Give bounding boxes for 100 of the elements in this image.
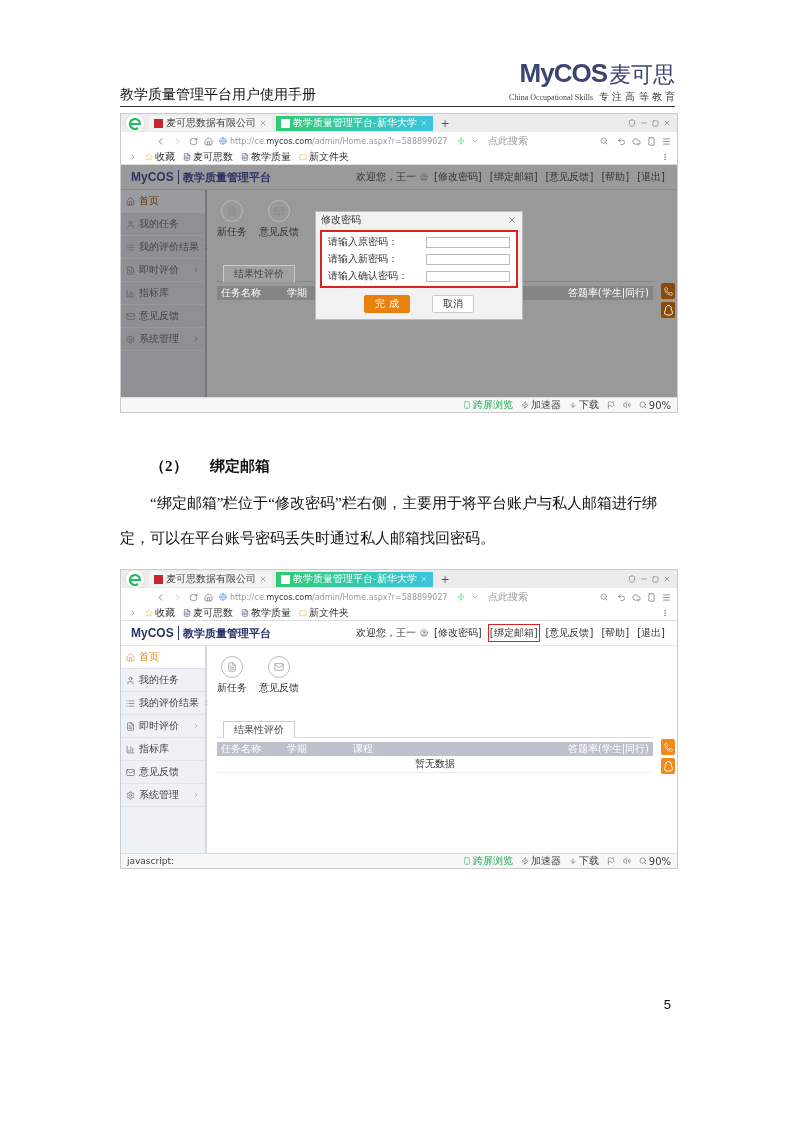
close-icon[interactable] — [663, 575, 671, 583]
new-tab-button[interactable]: + — [436, 116, 454, 130]
content-tab[interactable]: 结果性评价 — [223, 265, 295, 282]
nav-link[interactable]: [绑定邮箱] — [487, 624, 540, 642]
chat-button[interactable] — [661, 758, 675, 774]
url-text[interactable]: http://ce.mycos.com/admin/Home.aspx?r=588899027 — [230, 592, 448, 602]
sidebar-item[interactable]: 首页 — [121, 190, 205, 213]
password-field[interactable] — [426, 253, 510, 265]
more-icon[interactable] — [661, 153, 669, 161]
bookmark-item[interactable]: 教学质量 — [241, 150, 291, 164]
sidebar-item[interactable]: 即时评价 — [121, 715, 205, 738]
phone-icon — [462, 401, 471, 409]
nav-link[interactable]: [意见反馈] — [543, 168, 596, 186]
minimize-icon[interactable] — [640, 575, 648, 583]
close-icon[interactable] — [259, 119, 267, 127]
dropdown-icon[interactable] — [471, 137, 479, 145]
phone-icon — [663, 742, 673, 752]
document-icon — [126, 721, 135, 731]
status-item[interactable]: 加速器 — [520, 398, 561, 412]
nav-link[interactable]: [退出] — [635, 168, 667, 186]
nav-link[interactable]: [绑定邮箱] — [487, 168, 540, 186]
phone-icon[interactable] — [647, 136, 656, 146]
reload-icon[interactable] — [189, 592, 198, 602]
favicon-icon — [281, 118, 290, 128]
bookmark-item[interactable]: 新文件夹 — [299, 606, 349, 620]
menu-icon[interactable] — [662, 136, 671, 146]
bar-chart-icon — [126, 288, 135, 298]
password-field[interactable] — [426, 270, 510, 282]
sidebar-item[interactable]: 意见反馈 — [121, 761, 205, 784]
status-item[interactable]: 加速器 — [520, 854, 561, 868]
cloud-icon[interactable] — [632, 592, 641, 602]
undo-icon[interactable] — [617, 592, 626, 602]
close-icon[interactable] — [419, 575, 428, 583]
bookmark-item[interactable]: 收藏 — [145, 150, 175, 164]
close-icon[interactable] — [259, 575, 267, 583]
zoom-level[interactable]: 90% — [638, 399, 671, 411]
nav-link[interactable]: [退出] — [635, 624, 667, 642]
bookmark-item[interactable]: 收藏 — [145, 606, 175, 620]
phone-icon — [663, 286, 673, 296]
more-icon[interactable] — [661, 609, 669, 617]
chat-button[interactable] — [661, 302, 675, 318]
minimize-icon[interactable] — [640, 119, 648, 127]
close-icon[interactable] — [507, 215, 517, 225]
phone-icon[interactable] — [647, 592, 656, 602]
tile-label[interactable]: 新任务 — [217, 681, 247, 695]
phone-button[interactable] — [661, 283, 675, 299]
lightning-icon — [520, 401, 529, 409]
flag-icon[interactable] — [606, 857, 615, 865]
maximize-icon[interactable] — [652, 119, 659, 127]
new-tab-button[interactable]: + — [436, 572, 454, 586]
password-field[interactable] — [426, 236, 510, 248]
status-item[interactable]: 下载 — [568, 854, 599, 868]
phone-button[interactable] — [661, 739, 675, 755]
speaker-icon[interactable] — [622, 401, 631, 409]
zoom-level[interactable]: 90% — [638, 855, 671, 867]
sidebar-item[interactable]: 指标库 — [121, 738, 205, 761]
close-icon[interactable] — [663, 119, 671, 127]
favicon-icon — [154, 574, 163, 584]
shield-icon[interactable] — [628, 575, 636, 583]
globe-icon — [219, 137, 227, 145]
dropdown-icon[interactable] — [471, 593, 479, 601]
nav-link[interactable]: [修改密码] — [431, 168, 484, 186]
content-tab[interactable]: 结果性评价 — [223, 721, 295, 738]
cancel-button[interactable]: 取消 — [431, 295, 474, 313]
chevron-icon[interactable] — [129, 153, 137, 161]
sidebar-item[interactable]: 我的任务 — [121, 669, 205, 692]
browser-tab[interactable]: 麦可思数据有限公司 — [149, 571, 272, 587]
close-icon[interactable] — [419, 119, 428, 127]
home-icon — [126, 196, 135, 206]
bookmark-item[interactable]: 新文件夹 — [299, 150, 349, 164]
browser-tab[interactable]: 麦可思数据有限公司 — [149, 115, 272, 131]
tile-label[interactable]: 新任务 — [217, 225, 247, 239]
nav-link[interactable]: [意见反馈] — [543, 624, 596, 642]
menu-icon[interactable] — [662, 592, 671, 602]
nav-link[interactable]: [修改密码] — [431, 624, 484, 642]
reload-icon[interactable] — [189, 136, 198, 146]
sidebar-item[interactable]: 系统管理 — [121, 784, 205, 807]
undo-icon[interactable] — [617, 136, 626, 146]
speaker-icon[interactable] — [622, 857, 631, 865]
cloud-icon[interactable] — [632, 136, 641, 146]
bookmark-item[interactable]: 麦可思数 — [183, 606, 233, 620]
maximize-icon[interactable] — [652, 575, 659, 583]
bookmark-item[interactable]: 麦可思数 — [183, 150, 233, 164]
chevron-icon[interactable] — [129, 609, 137, 617]
lightning-icon[interactable] — [457, 593, 465, 601]
nav-link[interactable]: [帮助] — [599, 168, 632, 186]
tile-label[interactable]: 意见反馈 — [259, 225, 299, 239]
tagline: 专 注 高 等 教 育 — [599, 90, 675, 104]
shield-icon[interactable] — [628, 119, 636, 127]
url-text[interactable]: http://ce.mycos.com/admin/Home.aspx?r=588899027 — [230, 136, 448, 146]
download-icon — [568, 857, 577, 865]
flag-icon[interactable] — [606, 401, 615, 409]
home-icon[interactable] — [204, 592, 213, 602]
home-icon[interactable] — [204, 136, 213, 146]
tile-label[interactable]: 意见反馈 — [259, 681, 299, 695]
bookmark-item[interactable]: 教学质量 — [241, 606, 291, 620]
lightning-icon[interactable] — [457, 137, 465, 145]
status-item[interactable]: 下载 — [568, 398, 599, 412]
status-text: javascript: — [127, 856, 174, 866]
nav-link[interactable]: [帮助] — [599, 624, 632, 642]
